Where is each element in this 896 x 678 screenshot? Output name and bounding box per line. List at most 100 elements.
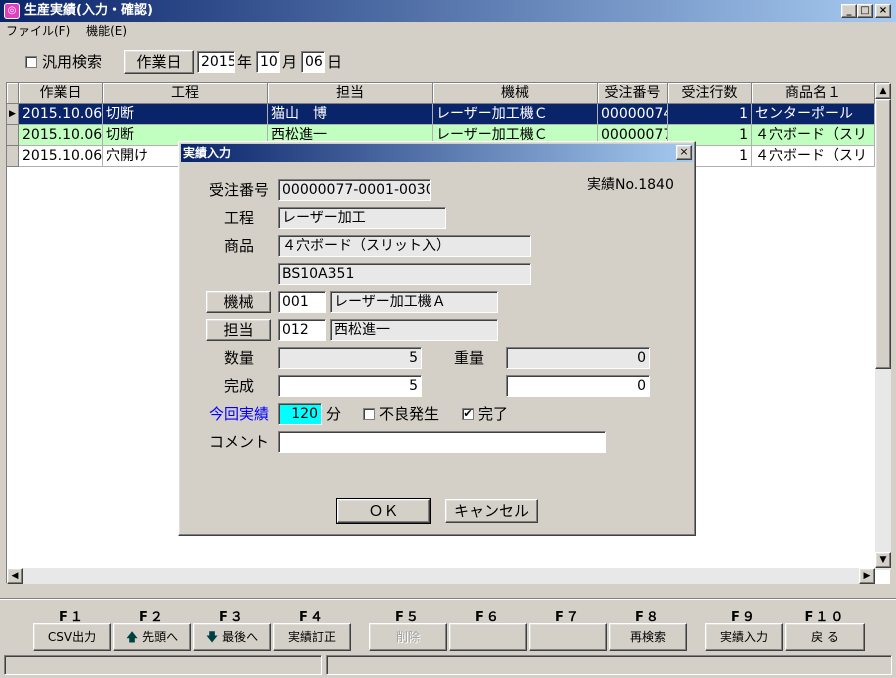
done-label: 完了	[478, 405, 509, 423]
maximize-button[interactable]: □	[857, 4, 873, 18]
go-first-button[interactable]: 🡅 先頭へ	[113, 623, 191, 651]
quantity-label: 数量	[223, 349, 254, 367]
title-bar: 生産実績(入力・確認)	[0, 0, 896, 22]
cell-order-no: 00000074	[598, 104, 668, 125]
table-row[interactable]: ▶ 2015.10.06 切断 猫山 博 レーザー加工機Ｃ 00000074 1…	[7, 104, 877, 125]
status-panel-left	[4, 655, 322, 675]
delete-button[interactable]: 削除	[369, 623, 447, 651]
vertical-scroll-thumb[interactable]	[875, 99, 891, 369]
column-header-machine[interactable]: 機械	[433, 83, 598, 104]
csv-export-button[interactable]: CSV出力	[33, 623, 111, 651]
order-no-label: 受注番号	[208, 181, 269, 199]
cell-product: ４穴ボード（スリ	[752, 146, 875, 167]
research-button[interactable]: 再検索	[609, 623, 687, 651]
arrow-down-icon: 🡇	[205, 630, 219, 644]
day-unit: 日	[327, 53, 343, 71]
csv-export-label: CSV出力	[47, 630, 97, 644]
close-button[interactable]: ×	[875, 4, 891, 18]
year-input[interactable]: 2015	[197, 51, 235, 73]
result-entry-button[interactable]: 実績入力	[705, 623, 783, 651]
back-button[interactable]: 戻 る	[785, 623, 865, 651]
research-label: 再検索	[629, 630, 666, 644]
quantity-field[interactable]: 5	[278, 347, 422, 369]
result-entry-label: 実績入力	[719, 630, 768, 644]
defect-label: 不良発生	[379, 405, 440, 423]
menu-function[interactable]: 機能(E)	[80, 24, 133, 38]
machine-button[interactable]: 機械	[206, 291, 271, 313]
menu-file[interactable]: ファイル(F)	[0, 24, 76, 38]
weight-field[interactable]: 0	[506, 347, 650, 369]
cell-process: 切断	[103, 104, 268, 125]
minutes-unit: 分	[326, 405, 342, 423]
staff-code-field[interactable]: 012	[278, 319, 326, 341]
column-header-date[interactable]: 作業日	[19, 83, 103, 104]
scroll-left-icon[interactable]: ◀	[7, 568, 23, 584]
complete-weight-field[interactable]: 0	[506, 375, 650, 397]
vertical-scrollbar[interactable]: ▲ ▼	[875, 83, 891, 570]
go-last-label: 最後へ	[222, 630, 259, 644]
product-name-field[interactable]: ４穴ボード（スリット入）	[278, 235, 531, 257]
column-header-staff[interactable]: 担当	[268, 83, 433, 104]
arrow-up-icon: 🡅	[125, 630, 139, 644]
record-number: 実績No.1840	[587, 177, 674, 193]
product-label: 商品	[223, 237, 254, 255]
work-date-button[interactable]: 作業日	[124, 50, 194, 74]
scroll-down-icon[interactable]: ▼	[875, 552, 891, 568]
cell-staff: 猫山 博	[268, 104, 433, 125]
back-label: 戻 る	[811, 630, 839, 644]
current-result-input[interactable]: 120	[278, 403, 322, 425]
staff-name-field[interactable]: 西松進一	[330, 319, 498, 341]
correct-result-button[interactable]: 実績訂正	[273, 623, 351, 651]
cell-machine: レーザー加工機Ｃ	[433, 104, 598, 125]
row-header-corner	[7, 83, 19, 104]
machine-name-field[interactable]: レーザー加工機Ａ	[330, 291, 498, 313]
order-no-field[interactable]: 00000077-0001-0030	[278, 179, 431, 201]
column-header-order-no[interactable]: 受注番号	[598, 83, 668, 104]
checkmark-icon: ✔	[463, 407, 473, 420]
generic-search-checkbox[interactable]	[25, 56, 37, 68]
product-code-field[interactable]: BS10A351	[278, 263, 531, 285]
month-input[interactable]: 10	[256, 51, 280, 73]
cell-date: 2015.10.06	[19, 104, 103, 125]
function-bar-divider	[0, 598, 896, 600]
result-entry-dialog: 実績入力 × 実績No.1840 受注番号 00000077-0001-0030…	[178, 141, 696, 536]
dialog-close-icon[interactable]: ×	[676, 145, 692, 160]
staff-button[interactable]: 担当	[206, 319, 271, 341]
minimize-button[interactable]: _	[841, 4, 857, 18]
cancel-button[interactable]: キャンセル	[445, 499, 538, 523]
ok-button[interactable]: ＯＫ	[337, 499, 430, 523]
cell-date: 2015.10.06	[19, 125, 103, 146]
f6-button[interactable]	[449, 623, 527, 651]
dialog-title: 実績入力	[183, 146, 232, 160]
cell-order-lines: 1	[668, 104, 752, 125]
machine-code-field[interactable]: 001	[278, 291, 326, 313]
comment-label: コメント	[208, 433, 269, 451]
status-panel-right	[326, 655, 892, 675]
column-header-process[interactable]: 工程	[103, 83, 268, 104]
app-icon[interactable]: ◎	[4, 3, 20, 19]
process-label: 工程	[223, 209, 254, 227]
month-unit: 月	[282, 53, 298, 71]
defect-checkbox[interactable]	[363, 408, 375, 420]
cell-date: 2015.10.06	[19, 146, 103, 167]
complete-qty-field[interactable]: 5	[278, 375, 422, 397]
go-last-button[interactable]: 🡇 最後へ	[193, 623, 271, 651]
done-checkbox[interactable]: ✔	[462, 408, 474, 420]
generic-search-label: 汎用検索	[42, 53, 103, 71]
delete-label: 削除	[395, 630, 420, 644]
complete-label: 完成	[223, 377, 254, 395]
current-result-label: 今回実績	[208, 405, 269, 423]
row-header	[7, 125, 19, 146]
menu-bar: ファイル(F) 機能(E)	[0, 22, 896, 40]
current-row-marker-icon: ▶	[7, 104, 19, 125]
scroll-up-icon[interactable]: ▲	[875, 83, 891, 99]
scroll-right-icon[interactable]: ▶	[859, 568, 875, 584]
comment-input[interactable]	[278, 431, 606, 453]
horizontal-scrollbar[interactable]: ◀ ▶	[7, 568, 875, 584]
window-title: 生産実績(入力・確認)	[24, 3, 153, 18]
day-input[interactable]: 06	[301, 51, 325, 73]
f7-button[interactable]	[529, 623, 607, 651]
column-header-product[interactable]: 商品名１	[752, 83, 875, 104]
column-header-order-lines[interactable]: 受注行数	[668, 83, 752, 104]
process-field[interactable]: レーザー加工	[278, 207, 446, 229]
